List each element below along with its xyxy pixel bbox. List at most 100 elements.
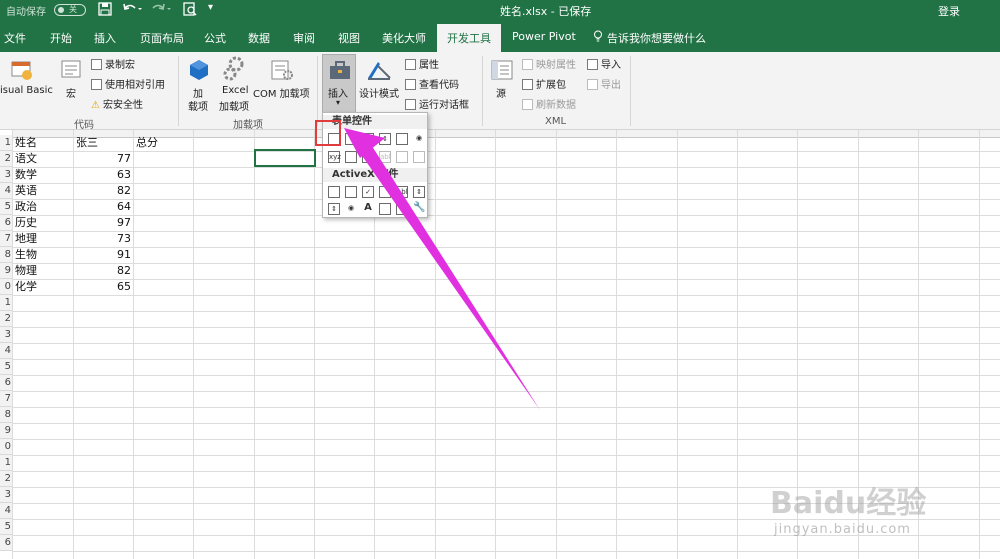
redo-icon[interactable] (152, 2, 174, 19)
cell-subject[interactable]: 物理 (15, 263, 37, 279)
tab-review[interactable]: 审阅 (293, 30, 315, 46)
cell-score[interactable]: 63 (76, 167, 131, 183)
design-mode-icon[interactable] (366, 58, 392, 82)
xml-source-icon[interactable] (490, 58, 514, 82)
form-spinner-icon[interactable]: ⇕ (379, 133, 391, 145)
row-header[interactable]: 2 (0, 471, 12, 487)
view-code-button[interactable]: 查看代码 (405, 76, 459, 91)
print-preview-icon[interactable] (183, 2, 197, 19)
tab-data[interactable]: 数据 (248, 30, 270, 46)
form-combobox-icon[interactable] (345, 133, 357, 145)
addins-icon[interactable] (188, 58, 210, 82)
cell-subject[interactable]: 地理 (15, 231, 37, 247)
row-header[interactable]: 5 (0, 519, 12, 535)
row-header[interactable]: 3 (0, 327, 12, 343)
row-header[interactable]: 1 (0, 455, 12, 471)
row-header[interactable]: 4 (0, 503, 12, 519)
run-dialog-button[interactable]: 运行对话框 (405, 96, 469, 111)
activex-textbox-icon[interactable]: abl (396, 186, 408, 198)
activex-label-icon[interactable]: A (362, 203, 374, 215)
record-macro-button[interactable]: 录制宏 (91, 56, 135, 71)
macros-icon[interactable] (60, 58, 84, 82)
row-header[interactable]: 2 (0, 311, 12, 327)
activex-spinner-icon[interactable]: ⇕ (328, 203, 340, 215)
cell-score[interactable]: 82 (76, 183, 131, 199)
cell-subject[interactable]: 语文 (15, 151, 37, 167)
row-header[interactable]: 8 (0, 407, 12, 423)
activex-checkbox-icon[interactable]: ✓ (362, 186, 374, 198)
cell-score[interactable]: 97 (76, 215, 131, 231)
form-label-icon[interactable] (345, 151, 357, 163)
row-header[interactable]: 5 (0, 199, 12, 215)
activex-image-icon[interactable] (379, 203, 391, 215)
row-header[interactable]: 6 (0, 375, 12, 391)
cell-b1[interactable]: 张三 (76, 135, 98, 151)
xml-source-button[interactable]: 源 (496, 85, 506, 100)
activex-listbox-icon[interactable] (379, 186, 391, 198)
cell-subject[interactable]: 英语 (15, 183, 37, 199)
cell-score[interactable]: 64 (76, 199, 131, 215)
cell-subject[interactable]: 政治 (15, 199, 37, 215)
com-addins-icon[interactable] (270, 58, 294, 82)
form-combo-list-icon[interactable] (396, 151, 408, 163)
customize-qat-icon[interactable]: ▾ (208, 2, 213, 13)
row-header[interactable]: 3 (0, 167, 12, 183)
form-text-field-icon[interactable]: abl (379, 151, 391, 163)
tab-insert[interactable]: 插入 (94, 30, 116, 46)
row-header[interactable]: 2 (0, 151, 12, 167)
row-header[interactable]: 1 (0, 135, 12, 151)
toolbox-icon[interactable] (328, 58, 352, 82)
cell-c1[interactable]: 总分 (136, 135, 158, 151)
excel-addins-line2[interactable]: 加载项 (219, 98, 249, 113)
row-header[interactable]: 6 (0, 535, 12, 551)
tab-page-layout[interactable]: 页面布局 (140, 30, 184, 46)
cell-score[interactable]: 65 (76, 279, 131, 295)
row-header[interactable]: 8 (0, 247, 12, 263)
cell-score[interactable]: 73 (76, 231, 131, 247)
macro-security-button[interactable]: ⚠ 宏安全性 (91, 96, 143, 111)
macros-button[interactable]: 宏 (66, 85, 76, 100)
row-header[interactable]: 9 (0, 423, 12, 439)
visual-basic-icon[interactable] (10, 58, 34, 82)
row-header[interactable]: 9 (0, 263, 12, 279)
relative-reference-button[interactable]: 使用相对引用 (91, 76, 165, 91)
row-header[interactable]: 0 (0, 439, 12, 455)
tab-power-pivot[interactable]: Power Pivot (512, 30, 576, 43)
form-group-box-icon[interactable]: xyz (328, 151, 341, 163)
row-header[interactable]: 5 (0, 359, 12, 375)
cell-subject[interactable]: 化学 (15, 279, 37, 295)
tell-me-search[interactable]: 告诉我你想要做什么 (607, 30, 706, 46)
insert-dropdown-arrow-icon[interactable]: ▾ (336, 98, 340, 107)
refresh-data-button[interactable]: 刷新数据 (522, 96, 576, 111)
tab-home[interactable]: 开始 (50, 30, 72, 46)
cell-score[interactable]: 82 (76, 263, 131, 279)
activex-more-controls-icon[interactable]: 🔧 (413, 203, 425, 215)
tab-developer[interactable]: 开发工具 (437, 24, 501, 52)
visual-basic-button[interactable]: isual Basic (0, 85, 53, 96)
save-icon[interactable] (98, 2, 112, 19)
tab-file[interactable]: 文件 (4, 30, 26, 46)
excel-addins-gear-icon[interactable] (222, 56, 246, 82)
cell-subject[interactable]: 历史 (15, 215, 37, 231)
row-header[interactable]: 0 (0, 279, 12, 295)
form-combo-dropdown-icon[interactable] (413, 151, 425, 163)
com-addins-button[interactable]: COM 加载项 (253, 85, 310, 100)
form-option-button-icon[interactable]: ◉ (413, 133, 425, 145)
activex-combobox-icon[interactable] (345, 186, 357, 198)
activex-toggle-button-icon[interactable] (396, 203, 408, 215)
row-header[interactable]: 7 (0, 391, 12, 407)
form-listbox-icon[interactable] (396, 133, 408, 145)
tab-formulas[interactable]: 公式 (204, 30, 226, 46)
cell-subject[interactable]: 生物 (15, 247, 37, 263)
login-link[interactable]: 登录 (938, 3, 960, 19)
undo-icon[interactable] (122, 2, 144, 19)
row-header[interactable]: 4 (0, 183, 12, 199)
properties-button[interactable]: 属性 (405, 56, 439, 71)
tab-view[interactable]: 视图 (338, 30, 360, 46)
cell-score[interactable]: 91 (76, 247, 131, 263)
selected-cell[interactable] (254, 149, 316, 167)
form-checkbox-icon[interactable]: ✓ (362, 133, 374, 145)
activex-scrollbar-icon[interactable]: ⇕ (413, 186, 425, 198)
tab-beautify-master[interactable]: 美化大师 (382, 30, 426, 46)
map-properties-button[interactable]: 映射属性 (522, 56, 576, 71)
